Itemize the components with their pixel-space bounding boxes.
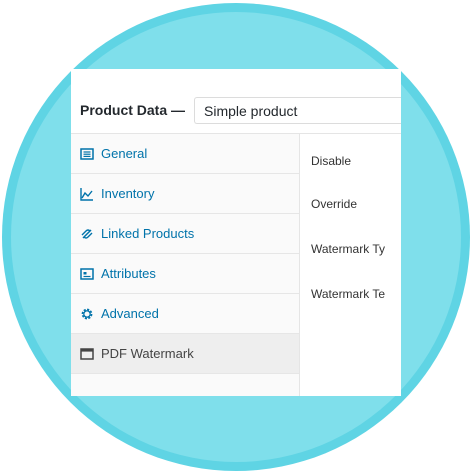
window-icon [80, 348, 94, 360]
tab-advanced[interactable]: Advanced [71, 294, 299, 334]
override-label: Override [311, 197, 358, 211]
panel-header: Product Data — Simple product [71, 69, 401, 134]
watermark-text-label: Watermark Te [311, 287, 386, 301]
inventory-icon [80, 188, 93, 201]
product-data-title: Product Data — [80, 102, 186, 118]
tab-inventory[interactable]: Inventory [71, 174, 299, 214]
product-data-panel: Product Data — Simple product General In… [71, 69, 401, 396]
tab-linked-products-label: Linked Products [101, 226, 195, 241]
tab-pdf-watermark[interactable]: PDF Watermark [71, 334, 299, 374]
gear-icon [81, 308, 93, 320]
watermark-settings: Disable Override Watermark Ty Watermark … [300, 134, 401, 396]
tab-pdf-watermark-label: PDF Watermark [101, 346, 194, 361]
attributes-icon [80, 268, 94, 280]
product-type-value: Simple product [204, 103, 298, 119]
product-type-select[interactable]: Simple product [194, 97, 401, 124]
link-icon [81, 229, 93, 239]
tab-attributes[interactable]: Attributes [71, 254, 299, 294]
tab-inventory-label: Inventory [101, 186, 155, 201]
product-data-tabs: General Inventory Linked Products Attrib… [71, 134, 300, 396]
tab-linked-products[interactable]: Linked Products [71, 214, 299, 254]
disable-label: Disable [311, 154, 352, 168]
tab-advanced-label: Advanced [101, 306, 159, 321]
tab-general[interactable]: General [71, 134, 299, 174]
watermark-type-label: Watermark Ty [311, 242, 386, 256]
tab-general-label: General [101, 146, 148, 161]
badge-frame: Product Data — Simple product General In… [0, 0, 474, 474]
tab-attributes-label: Attributes [101, 266, 156, 281]
general-icon [80, 148, 94, 160]
